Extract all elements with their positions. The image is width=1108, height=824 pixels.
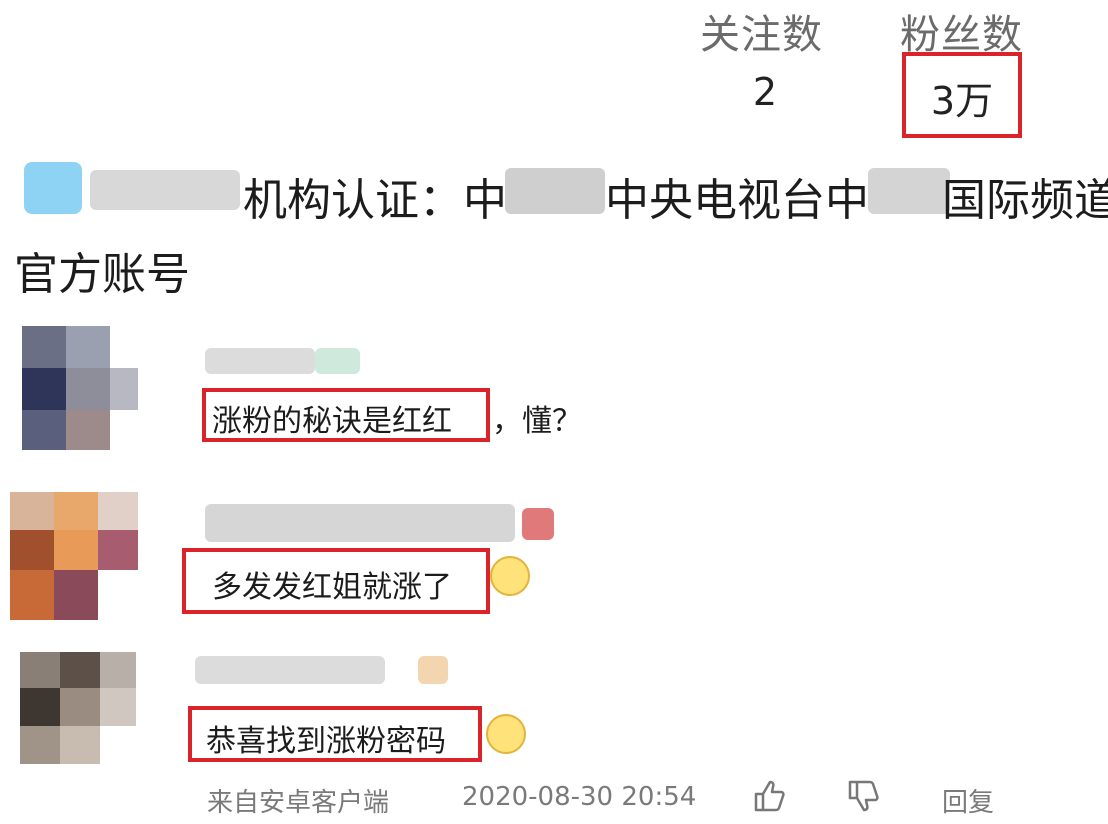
comment-text: 恭喜找到涨粉密码 — [206, 724, 446, 759]
avatar[interactable] — [20, 652, 136, 764]
comment-text: 多发发红姐就涨了 — [212, 570, 452, 605]
smiling-emoji-icon — [486, 714, 526, 754]
following-label: 关注数 — [700, 12, 823, 58]
certification-line2: 官方账号 — [14, 249, 190, 300]
certification-text-b: 中央电视台中 — [605, 175, 869, 226]
blurred-username — [205, 348, 315, 374]
certification-text-a: 机构认证：中 — [243, 175, 507, 226]
certification-text-c: 国际频道 — [942, 175, 1108, 226]
blurred-cert-segment-1 — [505, 168, 605, 214]
grinning-emoji-icon — [490, 556, 530, 596]
following-count[interactable]: 2 — [735, 70, 795, 114]
verified-badge-icon — [24, 162, 82, 214]
blurred-user-badge — [418, 656, 448, 684]
comment-text: 涨粉的秘诀是红红 — [212, 404, 452, 439]
blurred-user-badge — [315, 348, 360, 374]
comment-suffix: ，懂？ — [492, 404, 582, 439]
dislike-icon[interactable] — [846, 778, 882, 814]
like-icon[interactable] — [752, 778, 788, 814]
blurred-cert-segment-2 — [868, 168, 950, 214]
avatar[interactable] — [10, 326, 138, 450]
blurred-user-badge — [522, 508, 554, 540]
blurred-username — [205, 504, 515, 542]
followers-count[interactable]: 3万 — [904, 70, 1020, 125]
blurred-username — [195, 656, 385, 684]
blurred-account-name — [90, 170, 240, 210]
avatar[interactable] — [10, 492, 138, 620]
comment-source: 来自安卓客户端 — [207, 788, 390, 818]
comment-timestamp: 2020-08-30 20:54 — [462, 782, 697, 812]
reply-button[interactable]: 回复 — [942, 782, 994, 819]
